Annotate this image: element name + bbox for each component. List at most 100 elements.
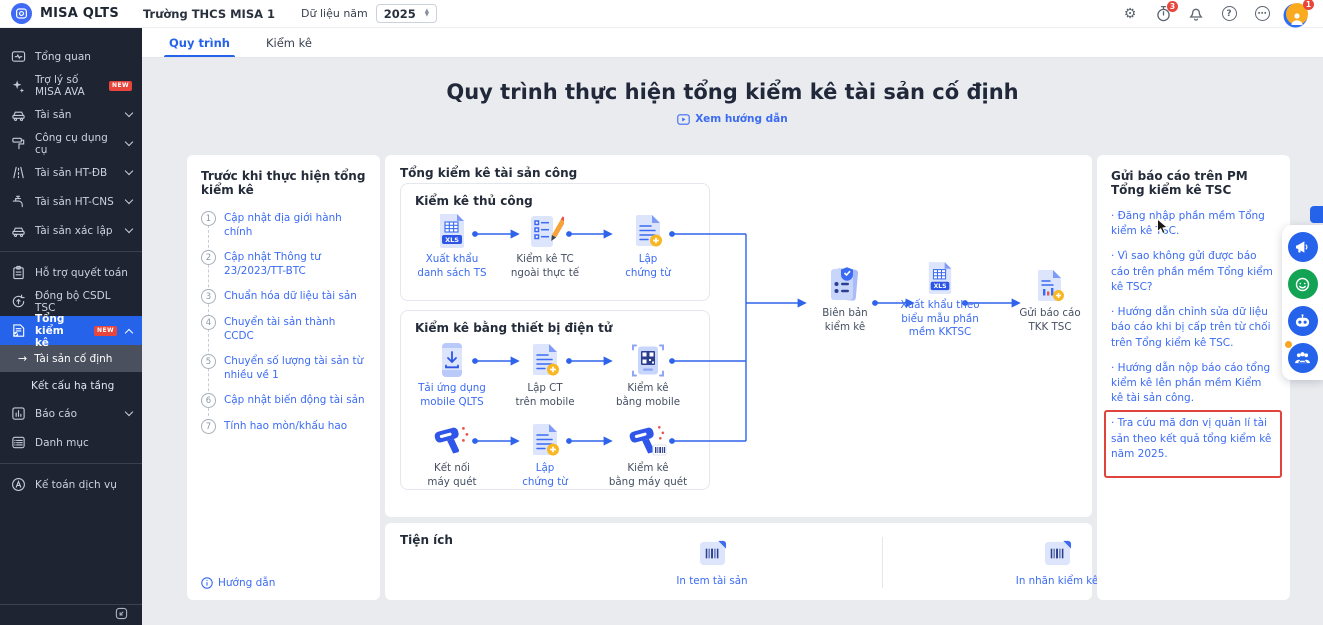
list-item[interactable]: 4 Chuyển tài sản thành CCDC (201, 315, 366, 343)
list-item[interactable]: 5 Chuyển số lượng tài sản từ nhiều về 1 (201, 354, 366, 382)
community-people-icon[interactable] (1288, 343, 1318, 373)
panel-title: Gửi báo cáo trên PM Tổng kiểm kê TSC (1111, 169, 1276, 197)
user-avatar[interactable]: 1 (1286, 3, 1308, 25)
sidebar-item-tai-san-ht-db[interactable]: Tài sản HT-ĐB (0, 158, 142, 187)
sidebar-item-ke-toan-dich-vu[interactable]: Kế toán dịch vụ (0, 470, 142, 499)
misa-logo-icon[interactable] (11, 3, 32, 24)
mobile-download-icon (408, 340, 496, 378)
sidebar-item-tai-san-ht-cns[interactable]: Tài sản HT-CNS (0, 187, 142, 216)
sidebar-item-tro-ly-so[interactable]: Trợ lý số MISA AVA NEW (0, 71, 142, 100)
sidebar-item-label: Kế toán dịch vụ (35, 479, 117, 491)
box-title: Kiểm kê thủ công (415, 194, 533, 208)
watch-guide-link[interactable]: Xem hướng dẫn (142, 113, 1323, 125)
flow-step-lap-chung-tu[interactable]: Lập chứng từ (604, 211, 692, 280)
flow-step-xuat-khau-ds[interactable]: XLS Xuất khẩu danh sách TS (408, 211, 496, 280)
sidebar-item-tong-kiem-ke[interactable]: Tổng kiểm kê NEW (0, 316, 142, 345)
sidebar-item-bao-cao[interactable]: Báo cáo (0, 399, 142, 428)
new-badge: NEW (109, 81, 132, 91)
document-plus-icon (501, 420, 589, 458)
xls-file-icon: XLS (408, 211, 496, 249)
timer-badge: 3 (1167, 1, 1178, 12)
flow-step-tai-ung-dung[interactable]: Tải ứng dụng mobile QLTS (408, 340, 496, 409)
sidebar-item-label: Danh mục (35, 437, 89, 449)
flow-step-kiem-ke-may-quet[interactable]: Kiểm kê bằng máy quét (604, 420, 692, 489)
announcement-megaphone-icon[interactable] (1288, 232, 1318, 262)
video-play-icon (677, 114, 690, 125)
sidebar-item-cong-cu-dung-cu[interactable]: Công cụ dụng cụ (0, 129, 142, 158)
flow-step-kiem-ke-tc[interactable]: Kiểm kê TC ngoài thực tế (501, 211, 589, 280)
sidebar-subitem-tai-san-co-dinh[interactable]: → Tài sản cố định (0, 345, 142, 372)
chatbot-icon[interactable] (1288, 306, 1318, 336)
header-actions: ⚙ 3 ? ⋯ 1 (1121, 3, 1323, 25)
sidebar-item-label: Đồng bộ CSDL TSC (35, 290, 132, 314)
sidebar-item-ho-tro-quyet-toan[interactable]: Hỗ trợ quyết toán (0, 258, 142, 287)
year-spinner[interactable]: ▲ ▼ (425, 10, 429, 17)
sparkle-ai-icon (10, 78, 26, 94)
spinner-down-icon[interactable]: ▼ (425, 14, 429, 17)
send-report-panel: Gửi báo cáo trên PM Tổng kiểm kê TSC · Đ… (1097, 155, 1290, 600)
xls-file-icon: XLS (898, 257, 982, 295)
overview-icon (10, 49, 26, 65)
guide-link[interactable]: Hướng dẫn (201, 577, 275, 589)
before-inventory-panel: Trước khi thực hiện tổng kiểm kê 1 Cập n… (187, 155, 380, 600)
inventory-check-icon (10, 323, 26, 339)
barcode-scanner-scan-icon (604, 420, 692, 458)
svg-text:XLS: XLS (445, 236, 459, 244)
step-number: 5 (201, 354, 216, 369)
current-item-arrow-icon: → (18, 352, 27, 365)
sidebar-item-label: Tài sản HT-ĐB (35, 167, 107, 179)
sidebar-item-tai-san-xac-lap[interactable]: Tài sản xác lập (0, 216, 142, 245)
settings-icon[interactable]: ⚙ (1121, 5, 1139, 23)
asset-car-icon (10, 223, 26, 239)
reminder-timer-icon[interactable]: 3 (1154, 5, 1172, 23)
flow-step-kiem-ke-mobile[interactable]: Kiểm kê bằng mobile (604, 340, 692, 409)
support-smiley-icon[interactable] (1288, 269, 1318, 299)
data-year-stepper[interactable]: 2025 ▲ ▼ (376, 4, 437, 23)
divider (0, 251, 142, 252)
flow-step-ket-noi-may-quet[interactable]: Kết nối máy quét (408, 420, 496, 489)
flow-step-bien-ban[interactable]: Biên bản kiểm kê (803, 265, 887, 334)
panel-title: Tổng kiểm kê tài sản công (400, 166, 577, 180)
organization-name: Trường THCS MISA 1 (143, 7, 275, 21)
sidebar-subitem-ket-cau-ha-tang[interactable]: Kết cấu hạ tầng (0, 372, 142, 399)
clipboard-icon (10, 265, 26, 281)
report-link[interactable]: · Hướng dẫn nộp báo cáo tổng kiểm kê lên… (1111, 361, 1276, 407)
data-year-label: Dữ liệu năm (301, 7, 368, 20)
report-link[interactable]: · Tra cứu mã đơn vị quản lí tài sản theo… (1111, 416, 1276, 462)
list-item[interactable]: 6 Cập nhật biến động tài sản (201, 393, 366, 408)
report-link[interactable]: · Đăng nhập phần mềm Tổng kiểm kê TSC. (1111, 209, 1276, 239)
list-icon (10, 435, 26, 451)
sidebar-item-label: Tài sản (35, 109, 71, 121)
flow-step-xuat-khau-kktsc[interactable]: XLS Xuất khẩu theo biểu mẫu phần mềm KKT… (898, 257, 982, 340)
new-badge: NEW (94, 326, 117, 336)
list-item[interactable]: 7 Tính hao mòn/khấu hao (201, 419, 366, 434)
step-number: 1 (201, 211, 216, 226)
tab-kiem-ke[interactable]: Kiểm kê (266, 28, 312, 57)
tab-quy-trinh[interactable]: Quy trình (169, 28, 230, 57)
floating-panel-handle[interactable] (1310, 206, 1323, 223)
sidebar-item-danh-muc[interactable]: Danh mục (0, 428, 142, 457)
flow-step-lap-chung-tu-2[interactable]: Lập chứng từ (501, 420, 589, 489)
sidebar-item-label: Tổng quan (35, 51, 91, 63)
list-item[interactable]: 2 Cập nhật Thông tư 23/2023/TT-BTC (201, 250, 366, 278)
sidebar-item-label: Hỗ trợ quyết toán (35, 267, 128, 279)
sidebar-item-label: Tổng kiểm kê (35, 313, 81, 349)
sidebar-item-tong-quan[interactable]: Tổng quan (0, 42, 142, 71)
help-icon[interactable]: ? (1220, 5, 1238, 23)
list-item[interactable]: 1 Cập nhật địa giới hành chính (201, 211, 366, 239)
sidebar-item-label: Tài sản xác lập (35, 225, 113, 237)
report-link[interactable]: · Vì sao không gửi được báo cáo trên phầ… (1111, 249, 1276, 295)
report-send-icon (1008, 265, 1092, 303)
road-icon (10, 165, 26, 181)
sidebar-subitem-label: Kết cấu hạ tầng (31, 380, 114, 392)
more-options-icon[interactable]: ⋯ (1253, 5, 1271, 23)
document-plus-icon (501, 340, 589, 378)
collapse-sidebar-icon[interactable] (115, 607, 128, 623)
print-asset-label-item[interactable]: In tem tài sản (647, 539, 777, 589)
list-item[interactable]: 3 Chuẩn hóa dữ liệu tài sản (201, 289, 366, 304)
flow-step-gui-bao-cao[interactable]: Gửi báo cáo TKK TSC (1008, 265, 1092, 334)
report-link[interactable]: · Hướng dẫn chỉnh sửa dữ liệu báo cáo kh… (1111, 305, 1276, 351)
sidebar-item-tai-san[interactable]: Tài sản (0, 100, 142, 129)
flow-step-lap-ct-mobile[interactable]: Lập CT trên mobile (501, 340, 589, 409)
notifications-bell-icon[interactable] (1187, 5, 1205, 23)
